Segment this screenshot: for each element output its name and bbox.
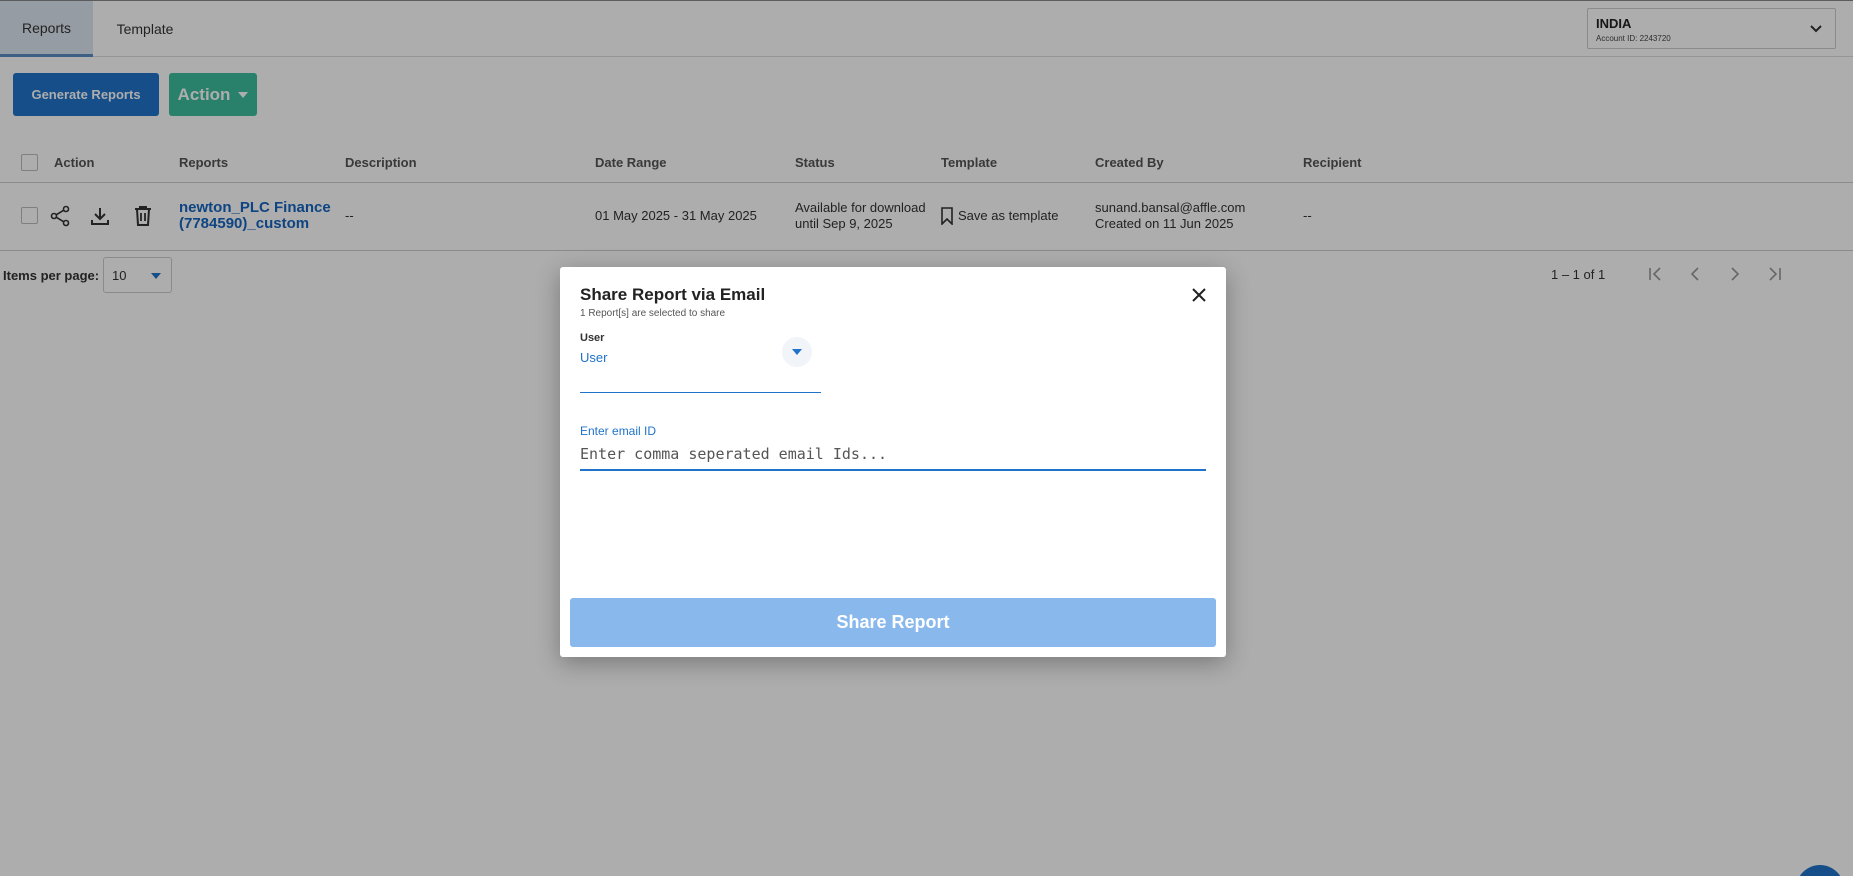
close-icon[interactable] [1188, 284, 1210, 306]
user-select-toggle[interactable] [782, 337, 812, 367]
email-field[interactable] [580, 439, 1206, 471]
dialog-title: Share Report via Email [580, 285, 766, 304]
user-select-underline [580, 392, 821, 393]
user-select-label: User [580, 332, 605, 344]
dialog-subtitle: 1 Report[s] are selected to share [580, 308, 726, 319]
share-report-button[interactable]: Share Report [570, 598, 1216, 647]
share-report-dialog: Share Report via Email 1 Report[s] are s… [560, 267, 1226, 657]
email-field-label: Enter email ID [580, 424, 657, 438]
caret-down-icon [792, 349, 802, 355]
user-select-value[interactable]: User [580, 350, 607, 365]
